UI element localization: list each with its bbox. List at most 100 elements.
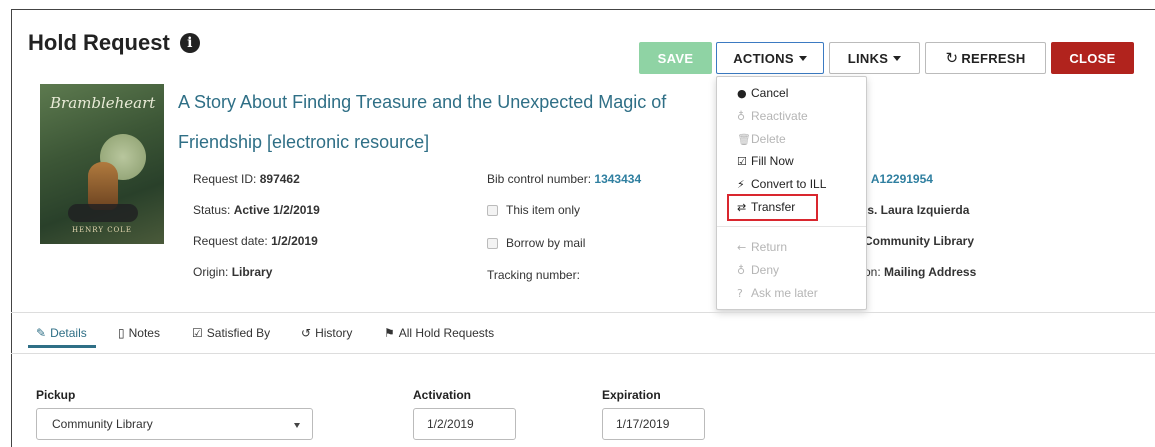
status-label: Status:: [193, 203, 231, 217]
menu-item-label: Reactivate: [751, 109, 808, 123]
request-id-field: Request ID: 897462: [193, 172, 300, 186]
menu-item-convert-to-ill[interactable]: ⚡ Convert to ILL: [737, 177, 826, 191]
thumbs-down-icon: ♁: [737, 264, 746, 277]
borrow-by-mail-label: Borrow by mail: [506, 236, 586, 250]
activation-label: Activation: [413, 388, 472, 402]
flag-icon: ⚑: [384, 326, 395, 340]
cancel-icon: ●: [737, 87, 747, 100]
delivery-location-value: Mailing Address: [884, 265, 977, 279]
lightning-icon: ⚡: [737, 178, 745, 191]
question-icon: ?: [737, 287, 743, 300]
menu-item-label: Fill Now: [751, 154, 794, 168]
actions-label: ACTIONS: [733, 50, 794, 66]
tracking-number-label: Tracking number:: [487, 268, 580, 282]
menu-item-fill-now[interactable]: ☑ Fill Now: [737, 154, 794, 168]
transfer-highlight-box: [727, 194, 818, 221]
cover-title: Brambleheart: [50, 94, 156, 112]
info-icon[interactable]: i: [179, 33, 200, 53]
menu-item-reactivate[interactable]: ♁ Reactivate: [737, 109, 808, 123]
status-field: Status: Active 1/2/2019: [193, 203, 320, 217]
request-id-label: Request ID:: [193, 172, 257, 186]
patron-name-field: ls. Laura Izquierda: [864, 203, 969, 217]
check-square-icon: ☑: [192, 326, 203, 340]
book-title-line1: A Story About Finding Treasure and the U…: [178, 92, 667, 112]
menu-item-label: Deny: [751, 263, 780, 277]
save-label: SAVE: [657, 50, 694, 66]
this-item-only-label: This item only: [506, 203, 581, 217]
menu-divider: [717, 226, 866, 227]
cover-author: HENRY COLE: [71, 226, 133, 234]
book-cover-image: Brambleheart HENRY COLE: [40, 84, 164, 244]
menu-item-cancel[interactable]: ● Cancel: [737, 86, 788, 100]
activation-date-input[interactable]: 1/2/2019: [413, 408, 516, 440]
cover-chipmunk: [88, 162, 118, 210]
pickup-library-value: Community Library: [864, 234, 975, 248]
bib-control-link[interactable]: 1343434: [594, 172, 641, 186]
tab-history[interactable]: ↺ History: [301, 326, 352, 340]
tab-satisfied-by[interactable]: ☑ Satisfied By: [192, 326, 270, 340]
patron-barcode-link[interactable]: : A12291954: [864, 172, 933, 186]
actions-dropdown-menu: ● Cancel ♁ Reactivate 🗑Delete ☑ Fill Now ⚡ C…: [716, 76, 867, 310]
refresh-icon: ↻: [945, 49, 959, 67]
book-title-link[interactable]: A Story About Finding Treasure and the U…: [178, 82, 718, 162]
patron-name-value: ls. Laura Izquierda: [864, 203, 970, 217]
this-item-only-field[interactable]: This item only: [487, 203, 580, 217]
tab-details[interactable]: ✎ Details: [36, 326, 87, 340]
expiration-date-value: 1/17/2019: [616, 417, 670, 431]
patron-barcode-field: : A12291954: [864, 172, 933, 186]
cover-berries: [68, 204, 138, 222]
links-label: LINKS: [847, 50, 889, 66]
request-date-field: Request date: 1/2/2019: [193, 234, 318, 248]
status-value: Active 1/2/2019: [233, 203, 320, 217]
menu-item-label: Cancel: [751, 86, 789, 100]
origin-value: Library: [231, 265, 273, 279]
pickup-select[interactable]: Community Library: [36, 408, 313, 440]
activation-date-value: 1/2/2019: [427, 417, 474, 431]
book-title-line2: Friendship [electronic resource]: [178, 132, 430, 152]
bib-control-field: Bib control number: 1343434: [487, 172, 641, 186]
pickup-select-value: Community Library: [52, 417, 153, 431]
menu-item-return[interactable]: ← Return: [737, 240, 787, 254]
pickup-library-field: Community Library: [864, 234, 974, 248]
tab-notes[interactable]: ▯ Notes: [118, 326, 160, 340]
request-date-value: 1/2/2019: [271, 234, 318, 248]
request-id-value: 897462: [259, 172, 300, 186]
request-date-label: Request date:: [193, 234, 268, 248]
tab-label: Details: [50, 326, 87, 340]
origin-field: Origin: Library: [193, 265, 272, 279]
refresh-button[interactable]: ↻ REFRESH: [925, 42, 1046, 74]
menu-item-deny[interactable]: ♁ Deny: [737, 263, 779, 277]
origin-label: Origin:: [193, 265, 229, 279]
save-button[interactable]: SAVE: [639, 42, 712, 74]
this-item-only-checkbox[interactable]: [487, 205, 498, 217]
history-icon: ↺: [301, 326, 312, 340]
expiration-label: Expiration: [602, 388, 661, 402]
pickup-label: Pickup: [36, 388, 76, 402]
caret-down-icon: [294, 423, 300, 428]
tab-bar: ✎ Details ▯ Notes ☑ Satisfied By ↺ History ⚑…: [11, 312, 1155, 354]
page-title: Hold Request i: [28, 30, 200, 56]
tab-label: Satisfied By: [206, 326, 271, 340]
close-label: CLOSE: [1069, 50, 1116, 66]
borrow-by-mail-checkbox[interactable]: [487, 238, 498, 250]
menu-item-delete[interactable]: 🗑Delete: [737, 132, 786, 146]
menu-item-label: Convert to ILL: [751, 177, 827, 191]
tab-all-hold-requests[interactable]: ⚑ All Hold Requests: [384, 326, 494, 340]
active-tab-indicator: [28, 345, 96, 348]
check-square-icon: ☑: [737, 155, 747, 168]
caret-down-icon: [798, 55, 807, 61]
expiration-date-input[interactable]: 1/17/2019: [602, 408, 705, 440]
edit-icon: ✎: [36, 326, 47, 340]
tab-label: Notes: [128, 326, 160, 340]
menu-item-label: Ask me later: [751, 286, 818, 300]
tab-label: History: [315, 326, 353, 340]
tracking-number-field: Tracking number:: [487, 268, 580, 282]
arrow-left-icon: ←: [737, 241, 747, 254]
refresh-label: REFRESH: [961, 50, 1026, 66]
borrow-by-mail-field[interactable]: Borrow by mail: [487, 236, 585, 250]
close-button[interactable]: CLOSE: [1051, 42, 1134, 74]
links-dropdown-button[interactable]: LINKS: [829, 42, 920, 74]
actions-dropdown-button[interactable]: ACTIONS: [716, 42, 824, 74]
menu-item-label: Return: [751, 240, 788, 254]
menu-item-ask-me-later[interactable]: ? Ask me later: [737, 286, 818, 300]
